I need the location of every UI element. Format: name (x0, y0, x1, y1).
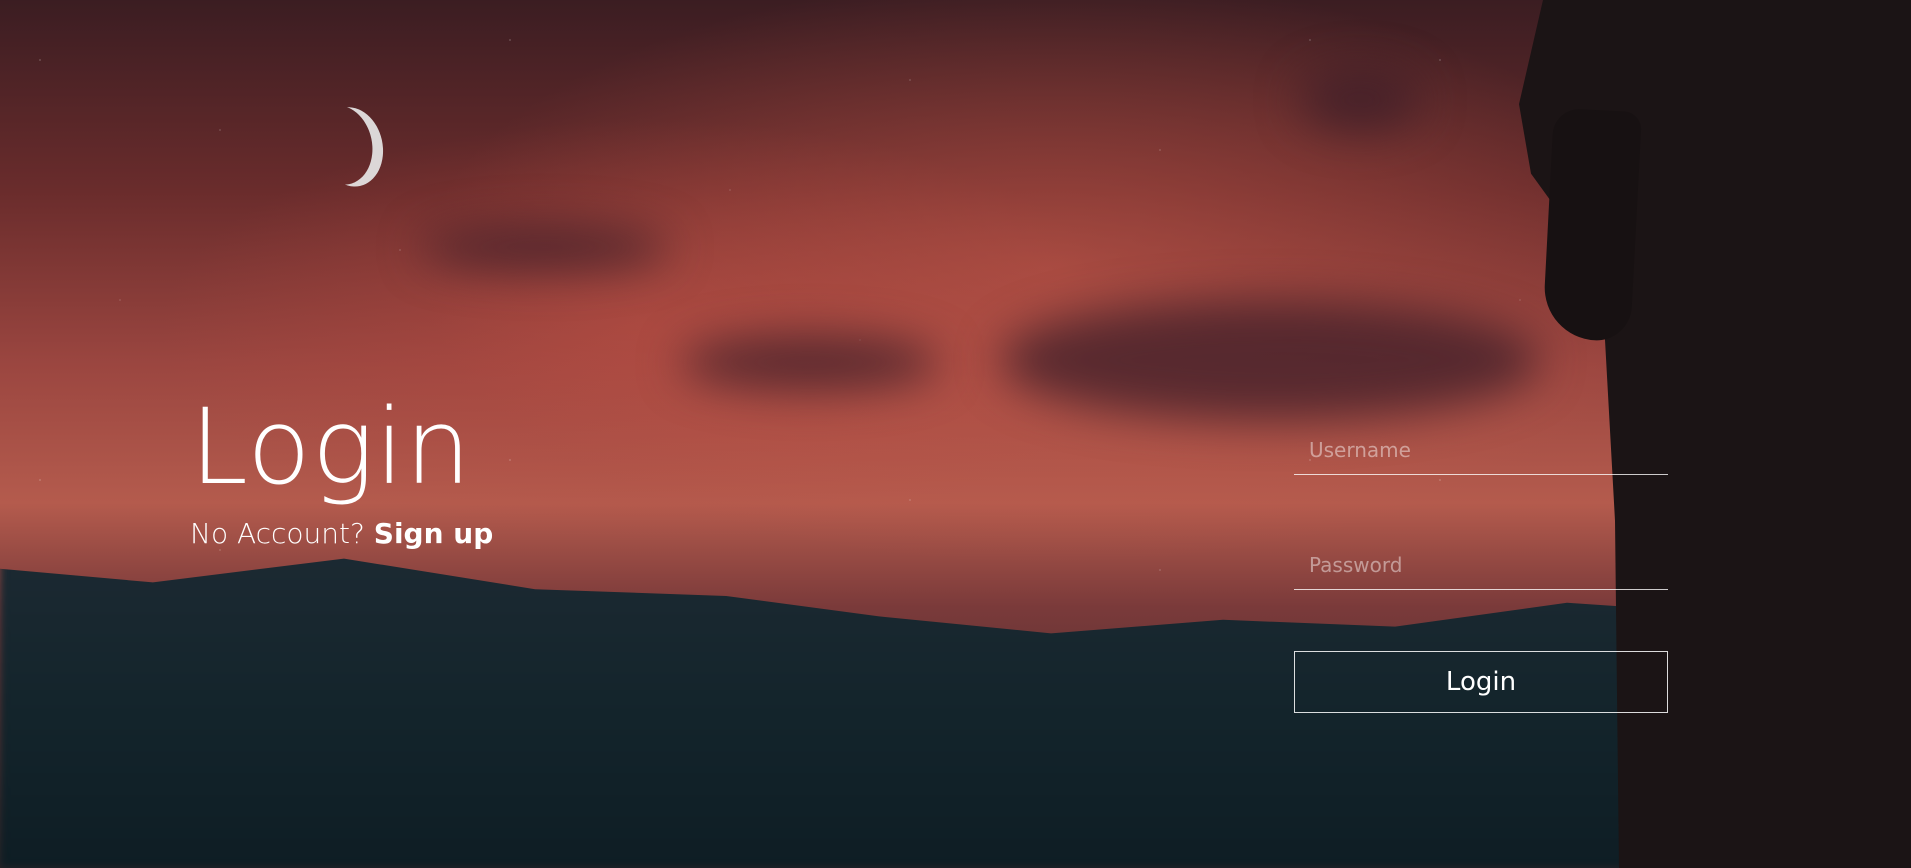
signup-link[interactable]: Sign up (374, 517, 493, 550)
password-input[interactable] (1294, 550, 1668, 590)
cloud-shape (1000, 300, 1540, 420)
login-button[interactable]: Login (1294, 651, 1668, 713)
page-title: Login (190, 386, 472, 508)
cloud-shape (420, 225, 670, 270)
signup-prompt: No Account? Sign up (190, 517, 493, 550)
login-page-background: Login No Account? Sign up Login (0, 0, 1911, 868)
account-prompt-text: No Account? (190, 517, 365, 550)
cloud-shape (680, 335, 940, 390)
cloud-shape (1300, 70, 1420, 130)
person-arm-silhouette (1542, 107, 1642, 343)
username-input[interactable] (1294, 435, 1668, 475)
